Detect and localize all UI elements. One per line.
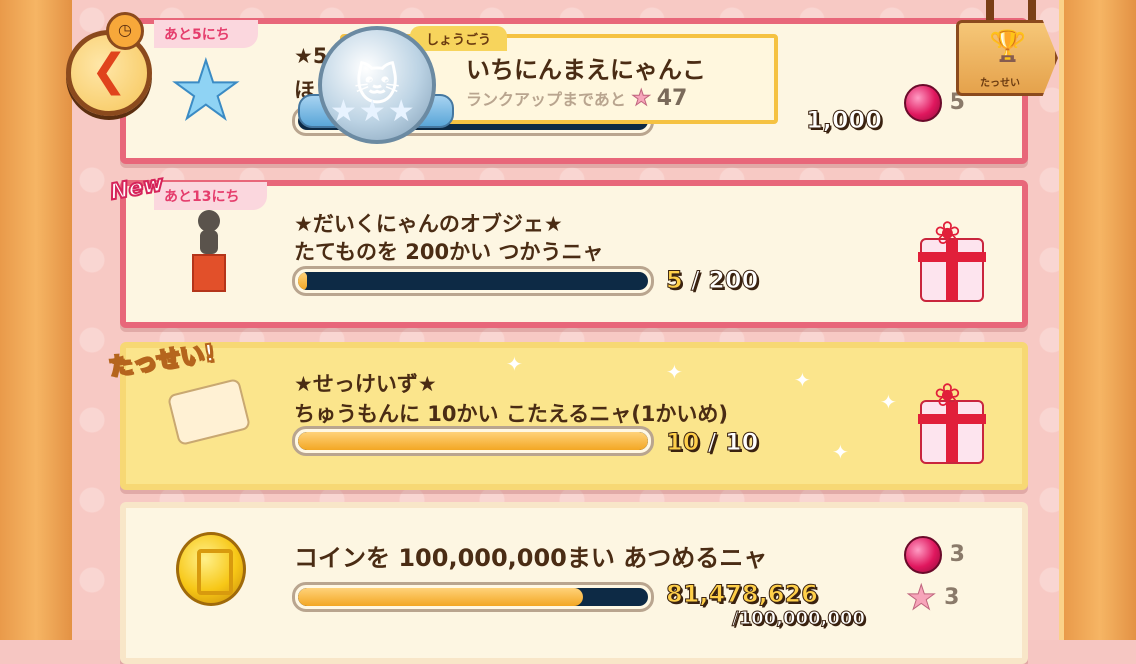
sparkle-icon: ✦	[832, 440, 849, 464]
coin-icon	[176, 532, 246, 606]
rank-tab: しょうごう	[410, 26, 508, 51]
statue-icon	[190, 210, 226, 292]
back-arrow-icon: ❮	[90, 45, 128, 96]
progress-bar	[292, 582, 654, 612]
mission-title-line1: ★せっけいず★	[294, 372, 437, 396]
mission-title: コインを 100,000,000まい あつめるニャ	[294, 544, 768, 572]
clock-icon: ◷	[106, 12, 144, 50]
progress-total: /100,000,000	[732, 608, 866, 630]
sign-post	[1028, 0, 1036, 22]
progress-count: 10 / 10	[665, 428, 759, 457]
star-icon: ★	[169, 43, 243, 138]
gift-icon[interactable]	[918, 214, 986, 302]
right-frame	[1059, 0, 1136, 640]
rank-up-value: 47	[656, 86, 688, 111]
pink-star-icon: ★	[631, 86, 652, 112]
left-frame	[0, 0, 77, 640]
gem-icon	[904, 84, 942, 122]
sign-post	[986, 0, 994, 22]
achievements-button[interactable]: 🏆 たっせい	[956, 20, 1058, 96]
reward-gems: 5	[904, 84, 965, 122]
mission-card-3[interactable]: ★せっけいず★ ちゅうもんに 10かい こたえるニャ(1かいめ) 10 / 10	[120, 342, 1028, 490]
mission-card-2[interactable]: あと13にち ★だいくにゃんのオブジェ★ たてものを 200かい つかうニャ 5…	[120, 180, 1028, 328]
progress-bar	[292, 426, 654, 456]
progress-count: 1,000	[806, 106, 883, 135]
medal-stars: ★★★	[330, 94, 417, 129]
sparkle-icon: ✦	[794, 368, 811, 392]
progress-fill	[298, 432, 648, 450]
sparkle-icon: ✦	[666, 360, 683, 384]
rank-title: いちにんまえにゃんこ	[466, 56, 706, 84]
trophy-icon: 🏆	[989, 29, 1027, 64]
sparkle-icon: ✦	[506, 352, 523, 376]
days-left-tag: あと13にち	[154, 182, 268, 210]
sparkle-icon: ✦	[880, 390, 897, 414]
gift-icon[interactable]	[918, 376, 986, 464]
gem-icon	[904, 536, 942, 574]
achievements-label: たっせい	[980, 78, 1020, 89]
mission-title-line1: ★だいくにゃんのオブジェ★	[294, 212, 563, 236]
reward-stars: ★ 3	[905, 578, 960, 619]
mission-title-line2: たてものを 200かい つかうニャ	[294, 240, 604, 264]
progress-fill	[298, 272, 307, 290]
progress-bar	[292, 266, 654, 296]
progress-count: 5 / 200	[666, 266, 759, 295]
rank-up-label: ランクアップまであと ★ 47	[466, 86, 688, 112]
progress-fill	[298, 588, 584, 606]
mission-title-line2: ちゅうもんに 10かい こたえるニャ(1かいめ)	[294, 402, 729, 426]
progress-current: 81,478,626	[666, 580, 819, 609]
reward-gems: 3	[904, 536, 965, 574]
pink-star-icon: ★	[905, 578, 937, 619]
